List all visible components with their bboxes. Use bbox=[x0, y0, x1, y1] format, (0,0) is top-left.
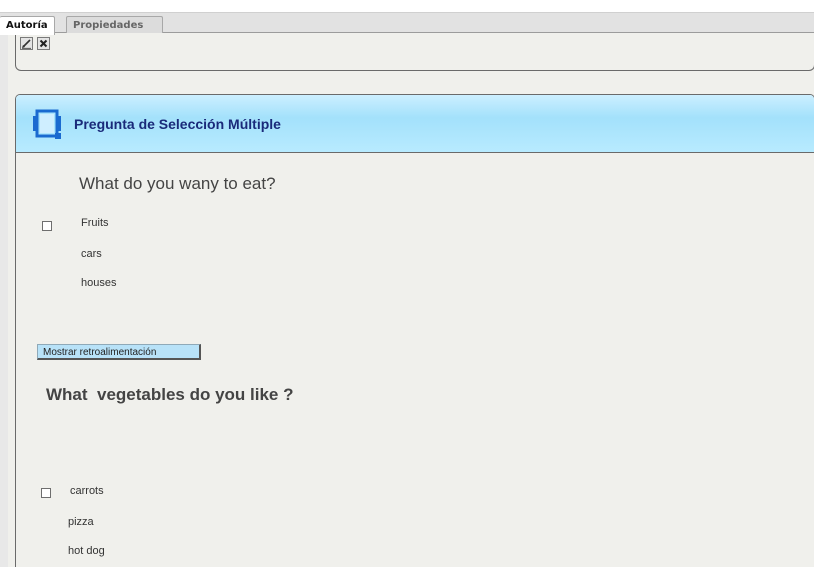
edit-button[interactable] bbox=[20, 37, 33, 50]
left-margin bbox=[0, 33, 8, 567]
option-label: Fruits bbox=[81, 217, 109, 229]
option-label: carrots bbox=[70, 485, 104, 497]
show-feedback-button[interactable]: Mostrar retroalimentación bbox=[37, 344, 201, 360]
idevice-toolbar bbox=[15, 33, 814, 71]
idevice-header: Pregunta de Selección Múltiple bbox=[16, 95, 814, 153]
option-label: cars bbox=[81, 248, 102, 260]
option-checkbox[interactable] bbox=[42, 221, 52, 231]
multi-choice-idevice: Pregunta de Selección Múltiple What do y… bbox=[15, 94, 814, 567]
question-1-text: What do you wany to eat? bbox=[79, 174, 276, 193]
question-2-text: What vegetables do you like ? bbox=[46, 385, 294, 404]
idevice-title: Pregunta de Selección Múltiple bbox=[74, 116, 281, 132]
multi-choice-icon bbox=[33, 109, 61, 139]
close-icon bbox=[39, 39, 48, 48]
option-checkbox[interactable] bbox=[41, 488, 51, 498]
option-label: houses bbox=[81, 277, 117, 289]
tab-bar: Autoría Propiedades bbox=[0, 12, 814, 35]
option-label: pizza bbox=[68, 516, 94, 528]
authoring-pane: Pregunta de Selección Múltiple What do y… bbox=[8, 33, 814, 567]
tab-autoria[interactable]: Autoría bbox=[0, 16, 55, 35]
top-strip bbox=[0, 0, 814, 12]
tab-propiedades[interactable]: Propiedades bbox=[66, 16, 163, 34]
option-label: hot dog bbox=[68, 545, 105, 557]
pencil-icon bbox=[22, 39, 31, 49]
delete-button[interactable] bbox=[37, 37, 50, 50]
